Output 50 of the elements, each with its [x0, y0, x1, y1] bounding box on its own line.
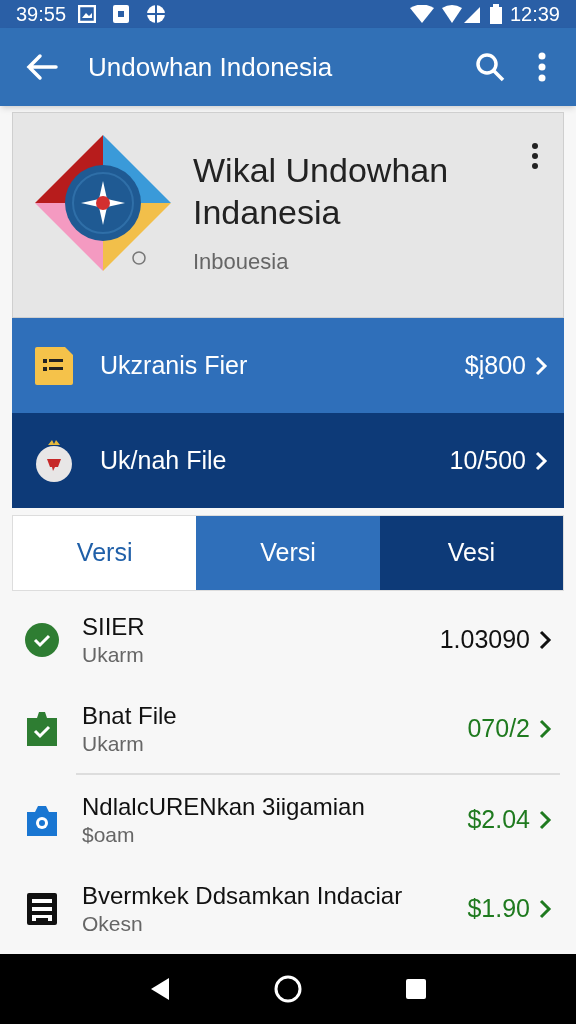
list-icon — [33, 344, 75, 387]
signal-icon — [441, 5, 482, 23]
promo-row[interactable]: Ukzranis Fier $į800 — [12, 318, 564, 413]
chevron-icon — [538, 897, 552, 920]
chevron-icon — [538, 628, 552, 651]
globe-icon — [146, 4, 167, 24]
clipboard-check-icon — [25, 709, 59, 748]
list-row[interactable]: SIIER Ukarm 1.03090 — [16, 595, 560, 684]
promo-value: $į800 — [464, 349, 526, 381]
image-icon — [78, 5, 97, 23]
row-subtitle: Okesn — [82, 910, 144, 937]
promo-row[interactable]: Uk/nah File 10/500 — [12, 413, 564, 508]
row-subtitle: Ukarm — [82, 641, 145, 668]
wifi-icon — [409, 5, 434, 23]
home-nav-button[interactable] — [273, 974, 303, 1004]
row-title: SIIER — [82, 611, 146, 642]
promo-value: 10/500 — [449, 444, 526, 476]
clock: 12:39 — [509, 2, 560, 27]
receipt-icon — [26, 891, 58, 926]
more-icon — [532, 143, 538, 169]
row-subtitle: $oam — [82, 821, 136, 848]
row-value: $1.90 — [467, 892, 530, 924]
tab[interactable]: Vesi — [379, 516, 563, 590]
tab[interactable]: Versi — [196, 516, 380, 590]
notification-icon — [112, 4, 131, 24]
list-row[interactable]: Bnat File Ukarm 070/2 — [16, 684, 560, 773]
row-value: $2.04 — [467, 803, 530, 835]
promo-label: Ukzranis Fier — [100, 349, 249, 381]
chevron-icon — [538, 717, 552, 740]
row-subtitle: Ukarm — [82, 730, 145, 757]
row-title: Bnat File — [82, 700, 178, 731]
status-time: 39:55 — [16, 2, 67, 27]
check-circle-icon — [24, 621, 60, 658]
badge-icon — [34, 438, 74, 483]
more-icon — [538, 52, 546, 82]
app-bar-title: Undowhan Indonesia — [88, 50, 334, 84]
chevron-icon — [534, 354, 548, 377]
promo-label: Uk/nah File — [100, 444, 228, 476]
list-row[interactable]: Bvermkek Ddsamkan Indaciar Okesn $1.90 — [16, 864, 560, 953]
tab[interactable]: Versi — [13, 516, 197, 590]
row-value: 070/2 — [467, 712, 530, 744]
card-title: Wikal Undowhan Indanesia — [193, 150, 450, 233]
row-title: Bvermkek Ddsamkan Indaciar — [82, 880, 404, 911]
list-row[interactable]: NdlalcURENkan 3iigamian $oam $2.04 — [16, 775, 560, 864]
card-subtitle: Inbouesia — [193, 248, 290, 276]
chevron-icon — [538, 808, 552, 831]
row-title: NdlalcURENkan 3iigamian — [82, 791, 366, 822]
chevron-icon — [534, 449, 548, 472]
battery-icon — [489, 4, 502, 24]
row-value: 1.03090 — [439, 623, 530, 655]
